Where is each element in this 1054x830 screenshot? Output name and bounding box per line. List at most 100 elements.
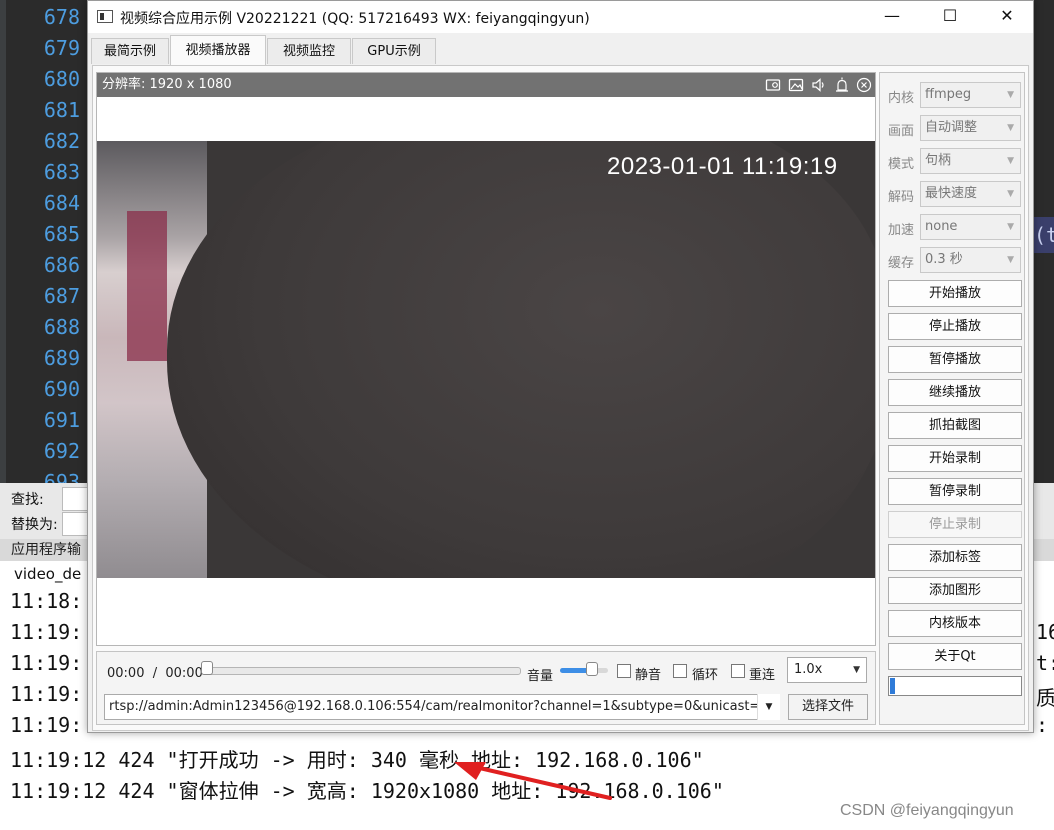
replace-label: 替换为: [11, 517, 58, 533]
log-line: 11:19: [10, 682, 83, 706]
annotation-arrow-icon [454, 762, 612, 800]
tab-bar: 最简示例 视频播放器 视频监控 GPU示例 [88, 35, 1033, 65]
line-number: 689 [43, 346, 80, 370]
log-line: 11:19: [10, 713, 83, 737]
line-number: 685 [43, 222, 80, 246]
option-select[interactable]: 句柄 ▼ [920, 148, 1021, 174]
option-label: 解码 [888, 190, 915, 205]
editor-gutter [0, 0, 6, 483]
alarm-icon[interactable] [834, 77, 850, 93]
line-number: 678 [43, 5, 80, 29]
option-label: 缓存 [888, 256, 915, 271]
chevron-down-icon: ▼ [1007, 255, 1014, 265]
frame-background-object [127, 211, 167, 361]
chevron-down-icon[interactable]: ▼ [757, 694, 780, 720]
option-value: 句柄 [925, 153, 952, 168]
action-button[interactable]: 添加图形 [888, 577, 1022, 604]
line-number: 692 [43, 439, 80, 463]
seek-handle[interactable] [201, 661, 213, 675]
option-value: 最快速度 [925, 186, 978, 201]
play-time: 00:00 / 00:00 [107, 666, 203, 681]
line-number: 687 [43, 284, 80, 308]
action-button[interactable]: 暂停录制 [888, 478, 1022, 505]
line-number: 688 [43, 315, 80, 339]
player-panel: 分辨率: 1920 x 1080 2023-01-01 11:19:19 00:… [92, 65, 1029, 731]
snapshot-icon[interactable] [788, 77, 804, 93]
url-input[interactable]: rtsp://admin:Admin123456@192.168.0.106:5… [104, 694, 779, 720]
sound-icon[interactable] [811, 77, 827, 93]
line-number: 683 [43, 160, 80, 184]
watermark: CSDN @feiyangqingyun [840, 802, 1014, 819]
action-button[interactable]: 停止播放 [888, 313, 1022, 340]
log-line: 11:19: [10, 620, 83, 644]
line-number: 690 [43, 377, 80, 401]
video-frame: 2023-01-01 11:19:19 [97, 141, 875, 578]
option-value: none [925, 219, 958, 234]
chevron-down-icon: ▼ [1007, 189, 1014, 199]
option-select[interactable]: 自动调整 ▼ [920, 115, 1021, 141]
action-button[interactable]: 暂停播放 [888, 346, 1022, 373]
close-icon[interactable] [856, 77, 872, 93]
action-button: 停止录制 [888, 511, 1022, 538]
mute-label: 静音 [635, 668, 662, 683]
loop-checkbox[interactable] [673, 664, 687, 678]
line-number: 679 [43, 36, 80, 60]
log-line-fragment: 16 [1036, 620, 1054, 644]
video-header-bar: 分辨率: 1920 x 1080 [97, 73, 875, 97]
action-button[interactable]: 添加标签 [888, 544, 1022, 571]
line-number: 686 [43, 253, 80, 277]
option-label: 加速 [888, 223, 915, 238]
chevron-down-icon: ▼ [1007, 156, 1014, 166]
chevron-down-icon: ▼ [1007, 222, 1014, 232]
record-progress-bar [888, 676, 1022, 696]
record-icon[interactable] [765, 77, 781, 93]
maximize-button[interactable]: ☐ [921, 1, 979, 33]
chevron-down-icon: ▼ [853, 665, 860, 675]
video-widget[interactable]: 分辨率: 1920 x 1080 2023-01-01 11:19:19 [96, 72, 876, 646]
chevron-down-icon: ▼ [1007, 123, 1014, 133]
frame-foreground-object [167, 141, 875, 578]
line-number: 691 [43, 408, 80, 432]
option-value: 0.3 秒 [925, 252, 963, 267]
option-label: 画面 [888, 124, 915, 139]
line-number: 680 [43, 67, 80, 91]
close-button[interactable]: ✕ [978, 1, 1036, 33]
log-line-fragment: : [1036, 713, 1049, 737]
volume-label: 音量 [527, 669, 554, 684]
minimize-button[interactable]: — [863, 1, 921, 33]
app-icon [97, 10, 113, 23]
loop-label: 循环 [692, 668, 719, 683]
tab-video-monitor[interactable]: 视频监控 [267, 38, 351, 64]
window-title: 视频综合应用示例 V20221221 (QQ: 517216493 WX: fe… [120, 11, 590, 27]
option-value: ffmpeg [925, 87, 972, 102]
speed-select[interactable]: 1.0x ▼ [787, 657, 867, 683]
action-button[interactable]: 开始录制 [888, 445, 1022, 472]
osd-timestamp: 2023-01-01 11:19:19 [607, 153, 838, 180]
tab-video-player[interactable]: 视频播放器 [170, 35, 266, 65]
log-line: 11:19: [10, 651, 83, 675]
code-fragment: (t [1034, 217, 1054, 253]
action-button[interactable]: 抓拍截图 [888, 412, 1022, 439]
reconnect-checkbox[interactable] [731, 664, 745, 678]
option-select[interactable]: 0.3 秒 ▼ [920, 247, 1021, 273]
app-window: 视频综合应用示例 V20221221 (QQ: 517216493 WX: fe… [87, 0, 1034, 733]
playback-controls: 00:00 / 00:00 音量 静音 循环 重连 1.0x ▼ rtsp://… [96, 651, 876, 725]
option-select[interactable]: ffmpeg ▼ [920, 82, 1021, 108]
action-button[interactable]: 关于Qt [888, 643, 1022, 670]
option-select[interactable]: none ▼ [920, 214, 1021, 240]
action-button[interactable]: 内核版本 [888, 610, 1022, 637]
option-label: 模式 [888, 157, 915, 172]
option-label: 内核 [888, 91, 915, 106]
volume-handle[interactable] [586, 662, 598, 676]
reconnect-label: 重连 [749, 668, 776, 683]
action-button[interactable]: 开始播放 [888, 280, 1022, 307]
seek-slider[interactable] [203, 667, 521, 675]
tab-gpu-example[interactable]: GPU示例 [352, 38, 436, 64]
mute-checkbox[interactable] [617, 664, 631, 678]
tab-simple-example[interactable]: 最简示例 [91, 38, 169, 64]
title-bar[interactable]: 视频综合应用示例 V20221221 (QQ: 517216493 WX: fe… [88, 1, 1033, 33]
option-select[interactable]: 最快速度 ▼ [920, 181, 1021, 207]
choose-file-button[interactable]: 选择文件 [788, 694, 868, 720]
action-button[interactable]: 继续播放 [888, 379, 1022, 406]
chevron-down-icon: ▼ [1007, 90, 1014, 100]
